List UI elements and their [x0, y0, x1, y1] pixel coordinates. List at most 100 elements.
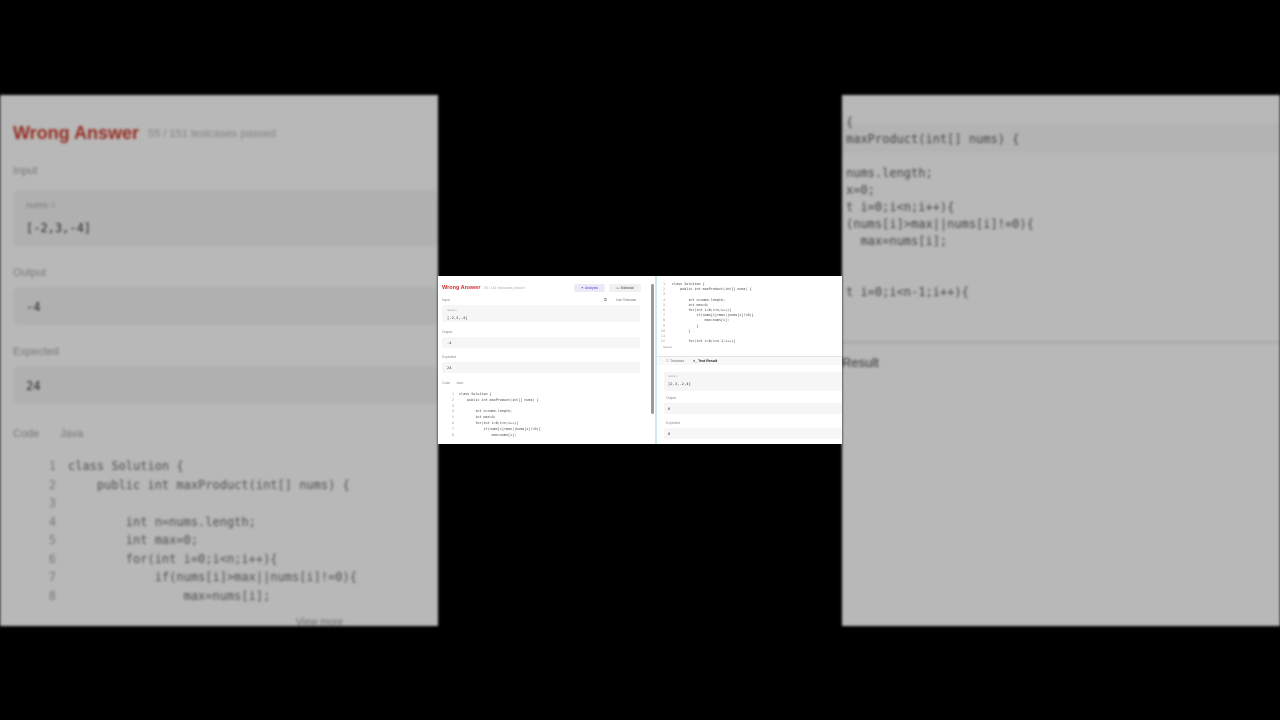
tab-test-result-label: Test Result [698, 359, 718, 363]
terminal-icon: >_ [693, 359, 698, 363]
code-text: public int maxProduct(int[] nums) { [68, 477, 350, 492]
code-text: class Solution { [459, 392, 492, 396]
code-text: public int maxProduct(int[] nums) { [459, 397, 539, 402]
line-number: 6 [48, 551, 56, 566]
code-text: int max=0; [672, 302, 709, 307]
code-text: for(int i=0;i<n;i++){ [672, 308, 732, 312]
saved-label: Saved [663, 345, 672, 349]
code-text: class Solution { [68, 459, 184, 473]
bg-input-label: Input [13, 165, 38, 177]
code-text: class Solution { [672, 282, 705, 286]
line-number: 2 [662, 287, 665, 292]
code-text: if(nums[i]>max||nums[i]!=0){ [68, 570, 357, 584]
editorial-button-label: Editorial [620, 286, 634, 290]
input-label: Input [442, 298, 450, 302]
wrong-answer-title: Wrong Answer [442, 285, 481, 291]
tab-test-result[interactable]: >_ Test Result [693, 359, 717, 363]
code-text: max=nums[i]; [459, 432, 517, 437]
code-text: int n=nums.length; [672, 297, 726, 302]
bg-expected-value: 24 [26, 379, 41, 393]
output-value: -4 [447, 340, 452, 345]
tab-testcase[interactable]: ☐ Testcase [666, 359, 684, 363]
code-text: for(int i=0;i<n;i++){ [459, 421, 519, 425]
result-expected-box [664, 428, 842, 439]
param-name: nums = [447, 308, 457, 312]
result-param-name: nums = [668, 374, 678, 378]
testcases-passed: 55 / 151 testcases passed [484, 286, 525, 290]
line-number: 1 [48, 459, 56, 473]
bg-code-line: 3 [0, 496, 438, 515]
line-number: 7 [48, 570, 56, 584]
line-number: 3 [48, 496, 56, 510]
editor-panel: 1 class Solution {2 public int maxProduct… [657, 276, 842, 444]
code-text: nums.length; [846, 166, 933, 180]
bg-right-code-line: t i=0;i<n-1;i++){ [842, 285, 1280, 304]
code-text: public int maxProduct(int[] nums) { [672, 287, 752, 292]
line-number: 7 [451, 426, 454, 431]
line-number: 8 [451, 432, 454, 437]
bg-view-more[interactable]: View more [296, 617, 343, 626]
expected-value: 24 [447, 365, 452, 370]
bg-language-label: Java [60, 428, 84, 440]
line-number: 1 [451, 392, 454, 396]
result-input-value: [2,3,-2,4] [668, 381, 691, 386]
line-number: 3 [662, 292, 665, 297]
analysis-button[interactable]: ✦ Analysis [574, 284, 605, 292]
line-number: 8 [48, 588, 56, 603]
bg-code-line: 7 if(nums[i]>max||nums[i]!=0){ [0, 570, 438, 589]
book-icon: ▭ [616, 286, 620, 290]
input-box [442, 305, 640, 322]
code-text: t i=0;i<n;i++){ [846, 200, 955, 214]
line-number: 4 [662, 297, 665, 302]
code-text: int max=0; [68, 533, 199, 547]
bg-input-value: [-2,3,-4] [26, 221, 92, 235]
line-number: 2 [48, 477, 56, 492]
line-number: 5 [662, 302, 665, 307]
bg-code-label: Code [13, 428, 40, 440]
line-number: 10 [660, 328, 665, 333]
expected-box [442, 362, 640, 373]
screen-recording-frame: Wrong Answer 55 / 151 testcases passed ✦… [438, 276, 842, 444]
line-number: 4 [451, 409, 454, 414]
bg-param-name: nums = [26, 200, 56, 210]
background-right-panel: { maxProduct(int[] nums) { nums.length; x=0… [842, 95, 1280, 626]
scrollbar[interactable] [651, 284, 654, 414]
use-testcase-button[interactable]: Use Testcase [616, 298, 636, 302]
bg-code-line: 5 int max=0; [0, 533, 438, 552]
code-text: int max=0; [459, 415, 496, 420]
line-number: 3 [451, 403, 454, 408]
input-value: [-2,3,-4] [447, 315, 468, 320]
code-text: } [672, 323, 699, 328]
line-number: 6 [662, 308, 665, 312]
line-number: 11 [660, 334, 665, 338]
code-text: for(int i=0;i<n;i++){ [68, 551, 278, 566]
bg-input-box [13, 190, 438, 247]
bg-code-line: 8 max=nums[i]; [0, 589, 438, 608]
bg-right-separator [842, 341, 1280, 344]
code-text: { [846, 115, 854, 129]
bg-wrong-answer-title: Wrong Answer [13, 123, 140, 143]
line-number: 9 [662, 323, 665, 328]
line-number: 8 [662, 318, 665, 323]
bg-output-label: Output [13, 267, 47, 279]
line-number: 12 [660, 339, 665, 344]
code-text: maxProduct(int[] nums) { [846, 132, 1020, 146]
editorial-button[interactable]: ▭ Editorial [609, 284, 641, 292]
code-text: int n=nums.length; [459, 409, 513, 414]
analysis-button-label: Analysis [584, 286, 599, 290]
language-label: Java [456, 381, 464, 385]
result-tabs: ☐ Testcase >_ Test Result [657, 356, 842, 365]
line-number: 6 [451, 421, 454, 425]
code-text: x=0; [846, 183, 875, 197]
background-left-panel: Wrong Answer 55 / 151 testcases passed I… [0, 95, 438, 626]
code-text: t i=0;i<n-1;i++){ [846, 285, 969, 299]
result-expected-value: 6 [668, 431, 671, 436]
copy-icon[interactable]: ⧉ [604, 297, 607, 302]
bg-output-value: -4 [26, 300, 41, 314]
result-output-box [664, 403, 842, 414]
checkbox-icon: ☐ [666, 359, 670, 363]
code-text: max=nums[i]; [672, 318, 730, 323]
tab-testcase-label: Testcase [670, 359, 685, 363]
code-text: for(int i=0;i<n-1;i++){ [672, 339, 736, 344]
code-text: int n=nums.length; [68, 514, 256, 529]
